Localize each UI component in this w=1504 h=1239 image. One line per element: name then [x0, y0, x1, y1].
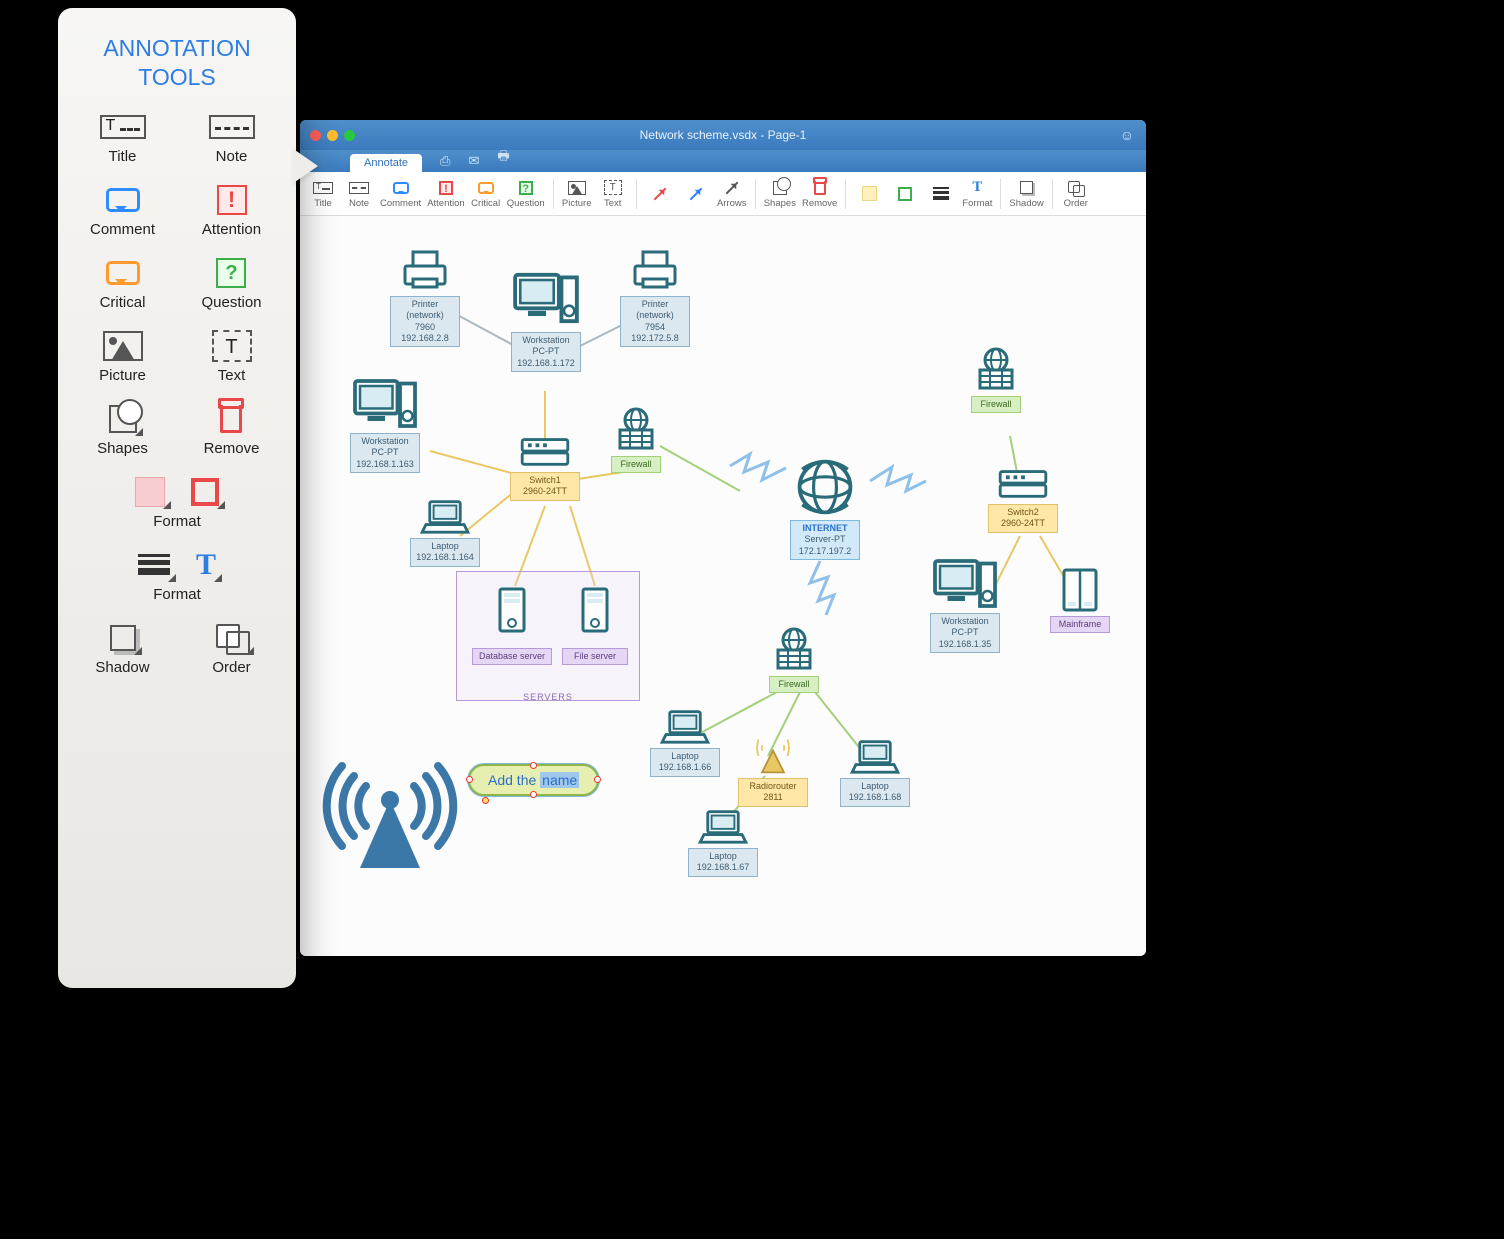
annotation-tools-callout: ANNOTATIONTOOLS Title Note Comment !Atte…: [58, 8, 296, 988]
laptop-icon: [697, 806, 749, 846]
tool-shapes[interactable]: Shapes: [762, 178, 798, 210]
node-internet[interactable]: INTERNETServer-PT172.17.197.2: [790, 456, 860, 560]
node-database-server[interactable]: Database server: [472, 576, 552, 665]
tool-arrow-red[interactable]: [643, 184, 677, 204]
node-workstation-3[interactable]: WorkstationPC-PT192.168.1.35: [930, 556, 1000, 653]
c-tool-shapes[interactable]: Shapes: [97, 402, 148, 457]
printer-icon: [399, 246, 451, 294]
server-icon: [569, 576, 621, 646]
tool-critical[interactable]: Critical: [469, 178, 503, 210]
format-stroke[interactable]: [888, 184, 922, 204]
c-tool-text[interactable]: TText: [212, 329, 252, 384]
c-tool-attention[interactable]: !Attention: [202, 183, 261, 238]
app-window: Network scheme.vsdx - Page-1 ☺︎ Annotate…: [300, 120, 1146, 956]
radio-icon: [747, 736, 799, 776]
node-radiorouter[interactable]: Radiorouter2811: [738, 736, 808, 807]
node-laptop-2[interactable]: Laptop192.168.1.66: [650, 706, 720, 777]
switch-icon: [519, 432, 571, 470]
node-printer-2[interactable]: Printer(network)7954192.172.5.8: [620, 246, 690, 347]
mode-tabbar: Annotate ⎙ ✉︎ 🖶: [300, 150, 1146, 172]
node-firewall-1[interactable]: Firewall: [610, 406, 662, 473]
tool-picture[interactable]: Picture: [560, 178, 594, 210]
switch-icon: [997, 464, 1049, 502]
firewall-icon: [768, 626, 820, 674]
c-tool-picture[interactable]: Picture: [99, 329, 146, 384]
c-tool-format-2[interactable]: T Format: [138, 548, 216, 603]
annotate-toolbar: Title Note Comment !Attention Critical ?…: [300, 172, 1146, 216]
tool-attention[interactable]: !Attention: [425, 178, 467, 210]
workstation-icon: [350, 376, 420, 431]
firewall-icon: [610, 406, 662, 454]
diagram-canvas[interactable]: Printer(network)7960192.168.2.8 Workstat…: [300, 216, 1146, 956]
tool-remove[interactable]: Remove: [800, 178, 839, 210]
window-title: Network scheme.vsdx - Page-1: [300, 128, 1146, 142]
format-fill[interactable]: [852, 184, 886, 204]
tool-arrow-black[interactable]: Arrows: [715, 178, 749, 210]
c-tool-remove[interactable]: Remove: [204, 402, 260, 457]
laptop-icon: [419, 496, 471, 536]
globe-icon: [792, 456, 858, 518]
export-pdf-icon[interactable]: ⎙: [440, 153, 450, 172]
format-textstyle[interactable]: TFormat: [960, 178, 994, 210]
tool-arrow-blue[interactable]: [679, 184, 713, 204]
c-tool-note[interactable]: Note: [209, 110, 255, 165]
node-switch-1[interactable]: Switch12960-24TT: [510, 432, 580, 501]
node-printer-1[interactable]: Printer(network)7960192.168.2.8: [390, 246, 460, 347]
tool-note[interactable]: Note: [342, 178, 376, 210]
node-workstation-2[interactable]: WorkstationPC-PT192.168.1.163: [350, 376, 420, 473]
c-tool-comment[interactable]: Comment: [90, 183, 155, 238]
c-tool-shadow[interactable]: Shadow: [95, 621, 149, 676]
c-tool-question[interactable]: ?Question: [201, 256, 261, 311]
share-icon[interactable]: ✉︎: [468, 153, 479, 172]
node-mainframe[interactable]: Mainframe: [1050, 566, 1110, 633]
node-laptop-4[interactable]: Laptop192.168.1.67: [688, 806, 758, 877]
firewall-icon: [970, 346, 1022, 394]
node-firewall-2[interactable]: Firewall: [970, 346, 1022, 413]
tool-question[interactable]: ?Question: [505, 178, 547, 210]
tool-order[interactable]: Order: [1059, 178, 1093, 210]
workstation-icon: [930, 556, 1000, 611]
node-switch-2[interactable]: Switch22960-24TT: [988, 464, 1058, 533]
callout-heading: ANNOTATIONTOOLS: [72, 34, 282, 92]
workstation-icon: [510, 266, 582, 330]
tool-text[interactable]: TText: [596, 178, 630, 210]
node-laptop-1[interactable]: Laptop192.168.1.164: [410, 496, 480, 567]
tool-comment[interactable]: Comment: [378, 178, 423, 210]
format-lineweight[interactable]: [924, 184, 958, 204]
laptop-icon: [849, 736, 901, 776]
node-laptop-3[interactable]: Laptop192.168.1.68: [840, 736, 910, 807]
node-file-server[interactable]: File server: [562, 576, 628, 665]
titlebar: Network scheme.vsdx - Page-1 ☺︎: [300, 120, 1146, 150]
tool-shadow[interactable]: Shadow: [1007, 178, 1045, 210]
laptop-icon: [659, 706, 711, 746]
annotation-bubble-selected[interactable]: Add the name: [468, 764, 599, 796]
c-tool-order[interactable]: Order: [212, 621, 250, 676]
mainframe-icon: [1054, 566, 1106, 614]
node-workstation-1[interactable]: WorkstationPC-PT192.168.1.172: [510, 266, 582, 372]
node-firewall-3[interactable]: Firewall: [768, 626, 820, 693]
print-icon[interactable]: 🖶: [497, 147, 509, 172]
c-tool-format-1[interactable]: Format: [135, 475, 219, 530]
printer-icon: [629, 246, 681, 294]
c-tool-title[interactable]: Title: [100, 110, 146, 165]
tab-annotate[interactable]: Annotate: [350, 154, 422, 172]
server-icon: [486, 576, 538, 646]
wifi-annotation-icon[interactable]: [320, 736, 460, 881]
c-tool-critical[interactable]: Critical: [100, 256, 146, 311]
